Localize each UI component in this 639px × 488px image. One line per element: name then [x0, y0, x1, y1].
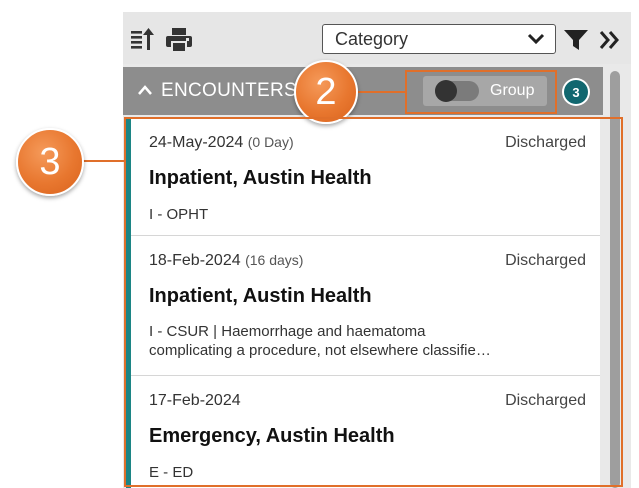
sort-icon[interactable] — [130, 26, 156, 54]
expand-double-chevron-icon[interactable] — [596, 26, 624, 54]
callout-line-2 — [356, 91, 406, 93]
filter-icon[interactable] — [562, 26, 590, 54]
callout-marker-2: 2 — [294, 60, 358, 124]
callout-box-group-toggle — [405, 70, 557, 114]
print-icon[interactable] — [164, 26, 194, 54]
callout-marker-3: 3 — [16, 128, 84, 196]
encounter-count-badge: 3 — [564, 80, 588, 104]
chevron-down-icon — [527, 31, 545, 52]
encounters-title-text: ENCOUNTERS — [161, 80, 298, 101]
encounters-title[interactable]: ENCOUNTERS — [137, 80, 297, 102]
category-select-value: Category — [335, 28, 409, 49]
category-select[interactable]: Category — [322, 24, 556, 54]
callout-line-3 — [82, 160, 125, 162]
callout-box-encounter-list — [124, 117, 623, 487]
chevron-up-icon — [137, 80, 153, 102]
